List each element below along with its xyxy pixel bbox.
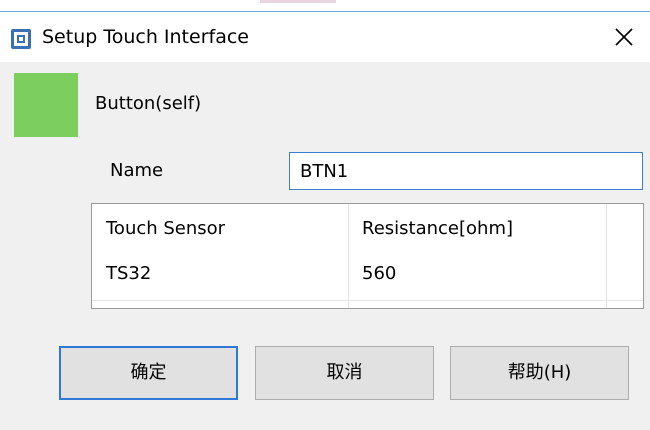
- color-swatch[interactable]: [14, 73, 78, 137]
- close-icon: [615, 28, 633, 46]
- column-header-touch-sensor[interactable]: Touch Sensor: [106, 216, 225, 242]
- touch-sensor-table: Touch Sensor Resistance[ohm] TS32 560: [91, 203, 644, 309]
- close-button[interactable]: [604, 18, 644, 56]
- column-header-resistance[interactable]: Resistance[ohm]: [362, 216, 513, 242]
- element-type-label: Button(self): [95, 93, 202, 114]
- window-top-accent: [260, 0, 336, 3]
- help-button[interactable]: 帮助(H): [450, 346, 629, 400]
- name-label: Name: [110, 160, 164, 181]
- cell-resistance[interactable]: 560: [362, 261, 396, 287]
- name-input[interactable]: [289, 152, 643, 190]
- cell-touch-sensor[interactable]: TS32: [106, 261, 151, 287]
- ok-button[interactable]: 确定: [59, 346, 238, 400]
- cancel-button[interactable]: 取消: [255, 346, 434, 400]
- setup-touch-dialog: Setup Touch Interface Button(self) Name …: [0, 0, 650, 430]
- window-title: Setup Touch Interface: [42, 26, 249, 48]
- column-divider: [606, 204, 607, 308]
- title-bar: Setup Touch Interface: [0, 12, 650, 62]
- row-divider: [92, 300, 643, 301]
- chip-icon: [10, 28, 32, 50]
- column-divider: [348, 204, 349, 308]
